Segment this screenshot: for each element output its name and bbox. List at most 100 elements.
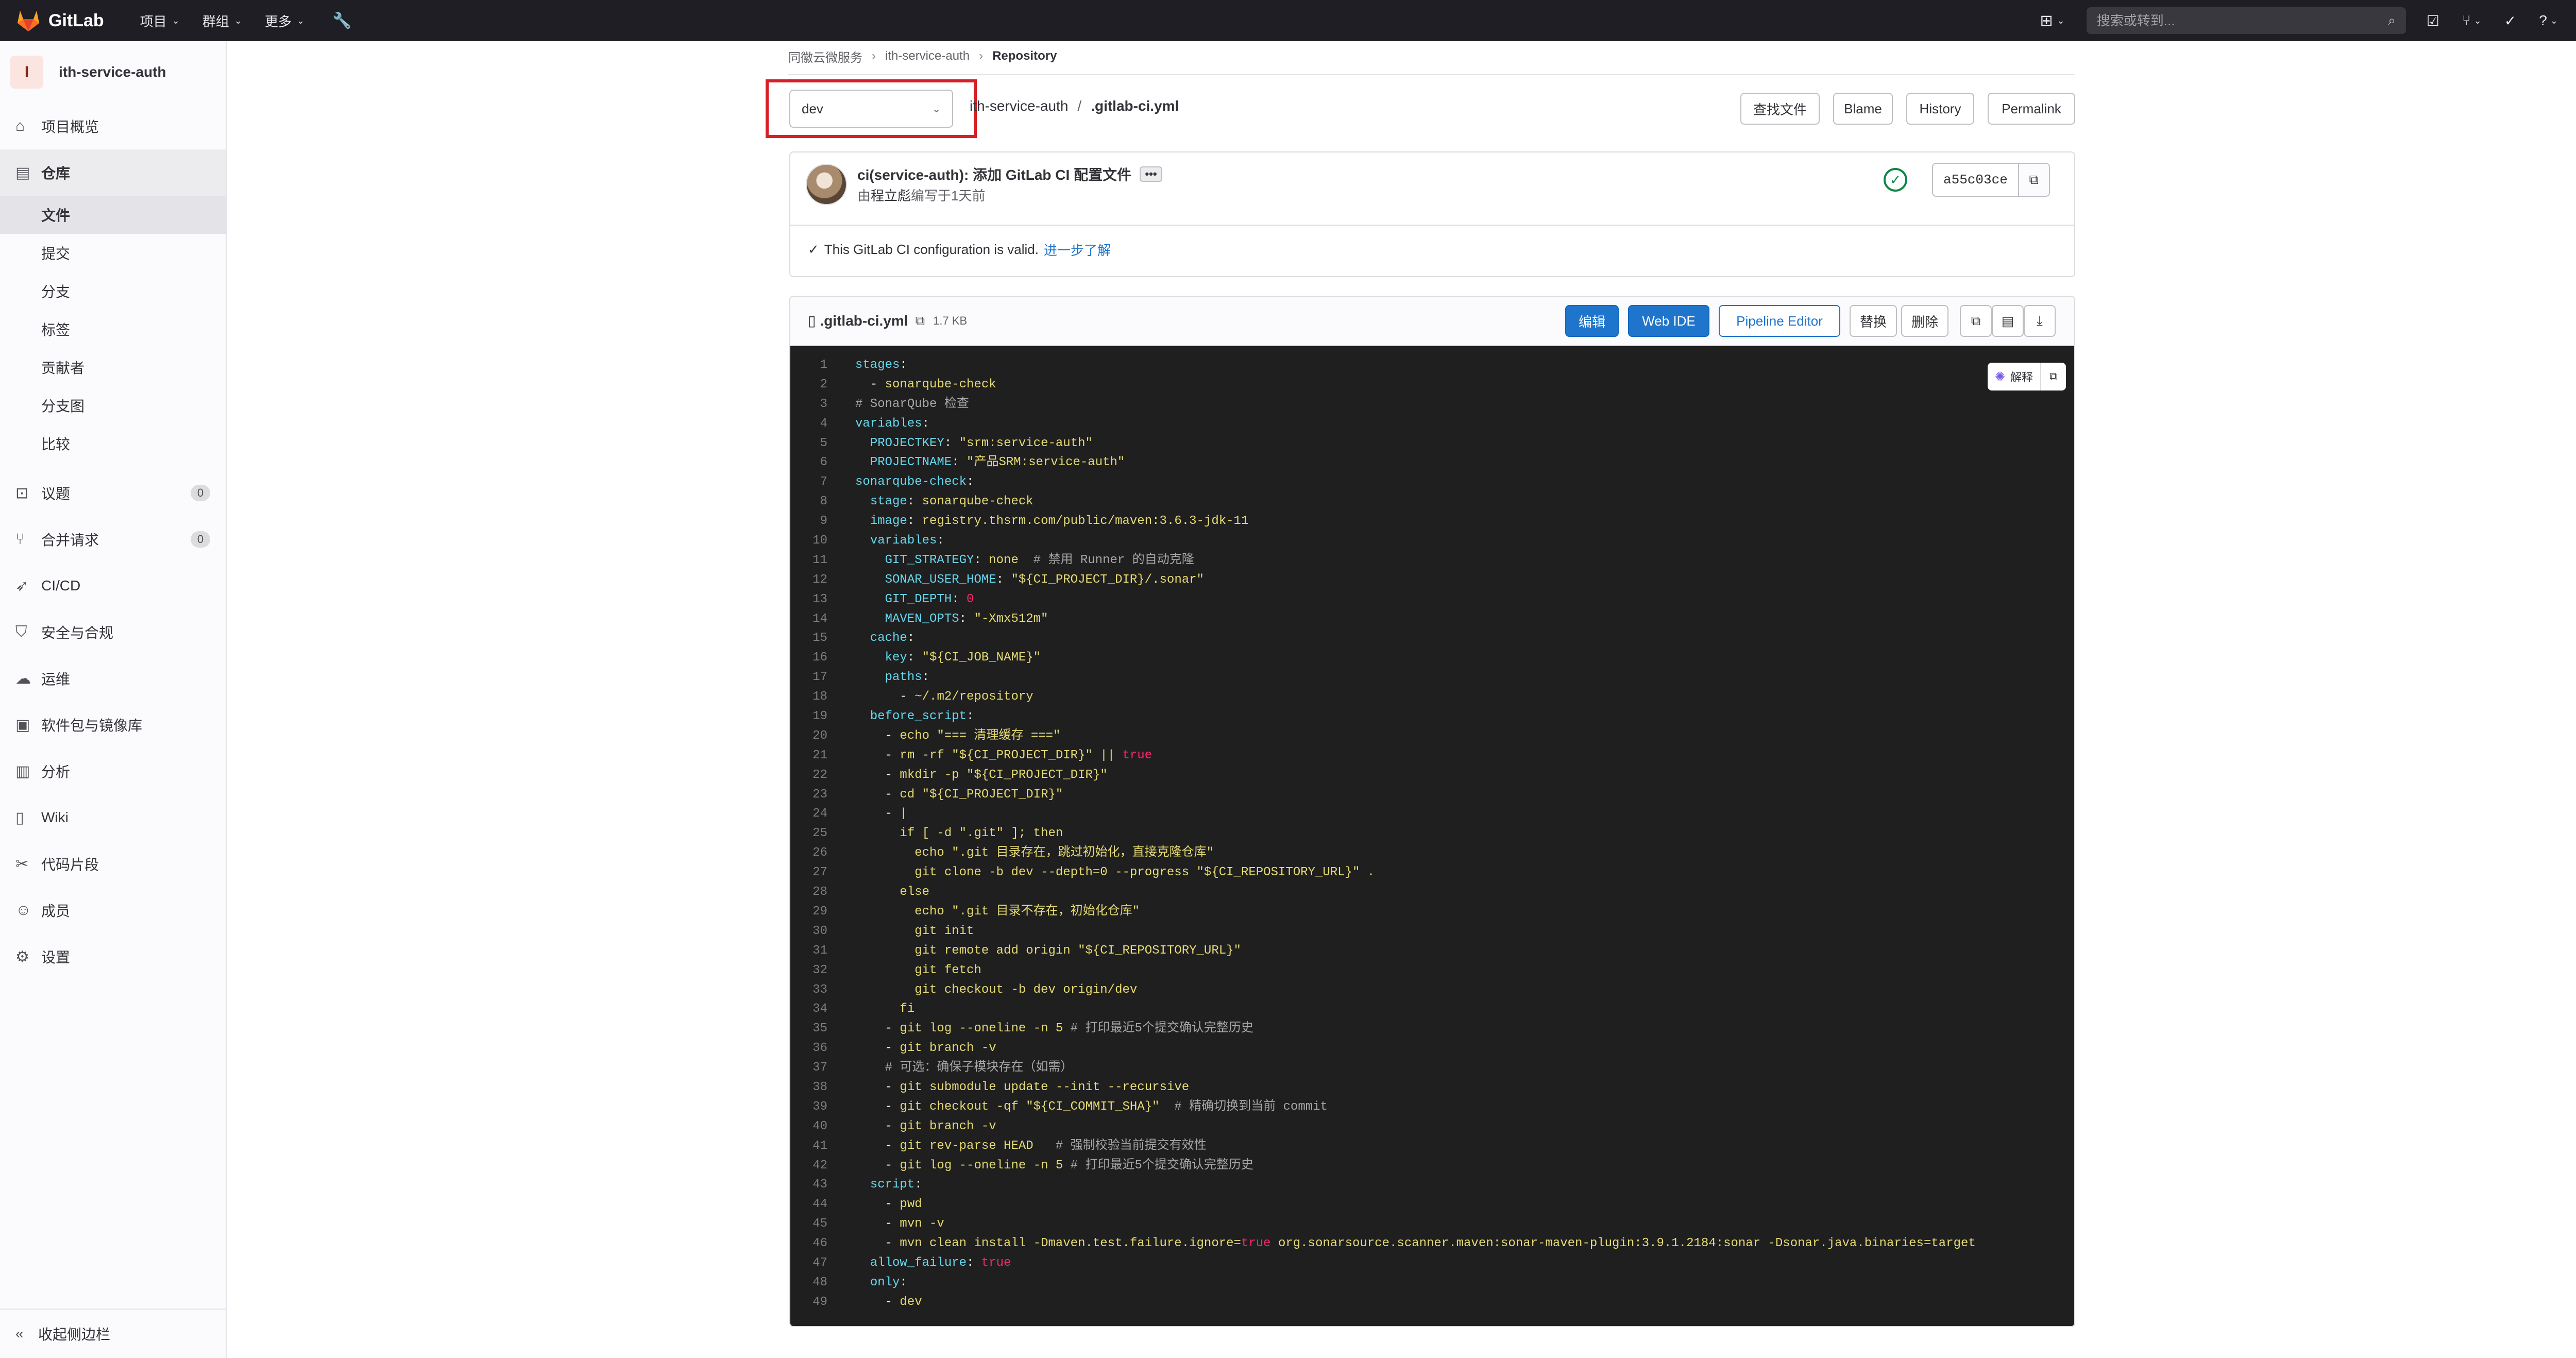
commit-author-avatar[interactable]	[806, 164, 847, 205]
line-number[interactable]: 46	[790, 1234, 835, 1253]
line-number[interactable]: 17	[790, 668, 835, 687]
open-raw-icon[interactable]: ▤	[1992, 305, 2024, 337]
sidebar-subitem-compare[interactable]: 比较	[0, 425, 226, 463]
pipeline-success-icon[interactable]: ✓	[1884, 168, 1907, 192]
line-number[interactable]: 2	[790, 375, 835, 395]
line-number[interactable]: 34	[790, 999, 835, 1019]
copy-file-path-icon[interactable]: ⧉	[916, 313, 925, 329]
line-number[interactable]: 40	[790, 1117, 835, 1136]
sidebar-subitem-contributors[interactable]: 贡献者	[0, 348, 226, 386]
line-number[interactable]: 23	[790, 785, 835, 805]
delete-button[interactable]: 删除	[1901, 305, 1948, 337]
line-number[interactable]: 39	[790, 1097, 835, 1117]
line-number[interactable]: 6	[790, 453, 835, 472]
line-number[interactable]: 41	[790, 1136, 835, 1156]
line-number[interactable]: 37	[790, 1058, 835, 1078]
line-number[interactable]: 7	[790, 472, 835, 492]
sidebar-item-settings[interactable]: ⚙ 设置	[0, 933, 226, 980]
breadcrumb-group[interactable]: 同徽云微服务	[788, 47, 862, 65]
sidebar-subitem-tags[interactable]: 标签	[0, 310, 226, 348]
create-new-button[interactable]: ⊞ ⌄	[2040, 12, 2065, 30]
line-number[interactable]: 24	[790, 804, 835, 824]
line-number[interactable]: 19	[790, 707, 835, 726]
line-number[interactable]: 32	[790, 961, 835, 980]
line-number[interactable]: 4	[790, 414, 835, 434]
line-number[interactable]: 11	[790, 551, 835, 570]
sidebar-item-overview[interactable]: ⌂ 项目概览	[0, 103, 226, 149]
line-number[interactable]: 15	[790, 629, 835, 648]
download-icon[interactable]: ⤓	[2024, 305, 2056, 337]
sidebar-item-packages[interactable]: ▣ 软件包与镜像库	[0, 702, 226, 748]
line-number[interactable]: 47	[790, 1253, 835, 1273]
sidebar-item-analytics[interactable]: ▥ 分析	[0, 748, 226, 794]
web-ide-button[interactable]: Web IDE	[1628, 305, 1709, 337]
line-number[interactable]: 21	[790, 746, 835, 766]
permalink-button[interactable]: Permalink	[1988, 93, 2075, 125]
line-number[interactable]: 26	[790, 843, 835, 863]
line-number[interactable]: 1	[790, 355, 835, 375]
search-box[interactable]: ⌕	[2086, 7, 2406, 34]
merge-requests-nav-icon[interactable]: ⑂ ⌄	[2462, 12, 2482, 29]
line-number[interactable]: 3	[790, 395, 835, 414]
sidebar-item-cicd[interactable]: ➶ CI/CD	[0, 563, 226, 609]
sidebar-item-snippets[interactable]: ✂ 代码片段	[0, 841, 226, 887]
commit-sha[interactable]: a55c03ce	[1933, 164, 2018, 196]
gitlab-home-link[interactable]: GitLab	[15, 8, 104, 33]
line-number[interactable]: 38	[790, 1078, 835, 1097]
sidebar-subitem-graph[interactable]: 分支图	[0, 386, 226, 425]
sidebar-item-wiki[interactable]: ▯ Wiki	[0, 794, 226, 841]
line-number[interactable]: 49	[790, 1293, 835, 1312]
line-number[interactable]: 44	[790, 1195, 835, 1214]
breadcrumb-current[interactable]: Repository	[992, 49, 1057, 63]
pipeline-editor-button[interactable]: Pipeline Editor	[1719, 305, 1840, 337]
line-number[interactable]: 16	[790, 648, 835, 668]
sidebar-item-repository[interactable]: ▤ 仓库	[0, 149, 226, 196]
issues-nav-icon[interactable]: ☑	[2427, 12, 2439, 29]
copy-contents-icon[interactable]: ⧉	[1960, 305, 1992, 337]
sidebar-subitem-commits[interactable]: 提交	[0, 234, 226, 272]
line-number[interactable]: 27	[790, 863, 835, 882]
line-number[interactable]: 29	[790, 902, 835, 922]
menu-projects[interactable]: 项目 ⌄	[140, 11, 180, 30]
find-file-button[interactable]: 查找文件	[1740, 93, 1820, 125]
line-number[interactable]: 12	[790, 570, 835, 590]
commit-title-link[interactable]: ci(service-auth): 添加 GitLab CI 配置文件	[857, 164, 1131, 184]
sidebar-item-merge-requests[interactable]: ⑂ 合并请求 0	[0, 516, 226, 563]
line-number[interactable]: 14	[790, 609, 835, 629]
line-number[interactable]: 10	[790, 531, 835, 551]
line-number[interactable]: 48	[790, 1273, 835, 1293]
line-number[interactable]: 25	[790, 824, 835, 843]
line-number[interactable]: 33	[790, 980, 835, 1000]
history-button[interactable]: History	[1906, 93, 1974, 125]
line-number[interactable]: 28	[790, 882, 835, 902]
line-number[interactable]: 45	[790, 1214, 835, 1234]
sidebar-item-operations[interactable]: ☁ 运维	[0, 655, 226, 702]
line-number[interactable]: 5	[790, 434, 835, 453]
line-number[interactable]: 9	[790, 512, 835, 531]
line-number[interactable]: 8	[790, 492, 835, 512]
learn-more-link[interactable]: 进一步了解	[1044, 240, 1111, 259]
line-number[interactable]: 18	[790, 687, 835, 707]
blame-button[interactable]: Blame	[1833, 93, 1893, 125]
line-number[interactable]: 13	[790, 590, 835, 609]
sidebar-item-members[interactable]: ☺ 成员	[0, 887, 226, 933]
todos-icon[interactable]: ✓	[2504, 12, 2516, 29]
line-number[interactable]: 31	[790, 941, 835, 961]
path-project-link[interactable]: ith-service-auth	[970, 98, 1068, 114]
sidebar-item-security[interactable]: ⛉ 安全与合规	[0, 609, 226, 655]
line-number[interactable]: 20	[790, 726, 835, 746]
help-icon[interactable]: ? ⌄	[2539, 12, 2558, 29]
admin-wrench-icon[interactable]: 🔧	[332, 12, 351, 30]
explain-button[interactable]: 解释	[2010, 368, 2033, 385]
line-number[interactable]: 35	[790, 1019, 835, 1039]
copy-sha-icon[interactable]: ⧉	[2018, 164, 2049, 196]
sidebar-item-issues[interactable]: ⊡ 议题 0	[0, 470, 226, 516]
line-number[interactable]: 30	[790, 922, 835, 941]
toggle-commit-description-button[interactable]: •••	[1140, 166, 1163, 182]
sidebar-subitem-files[interactable]: 文件	[0, 196, 226, 234]
line-number[interactable]: 22	[790, 766, 835, 785]
sidebar-subitem-branches[interactable]: 分支	[0, 272, 226, 310]
collapse-sidebar-button[interactable]: «收起侧边栏	[0, 1309, 226, 1358]
line-number[interactable]: 42	[790, 1156, 835, 1176]
breadcrumb-project[interactable]: ith-service-auth	[885, 49, 970, 63]
